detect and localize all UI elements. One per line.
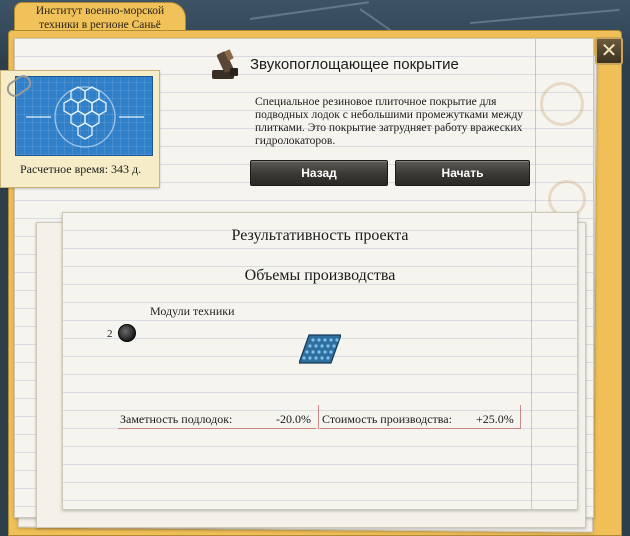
results-title: Результативность проекта xyxy=(231,227,409,244)
stat-label-detectability: Заметность подлодок: xyxy=(120,412,233,426)
project-title: Звукопоглощающее покрытие xyxy=(250,56,459,73)
rubber-tile-icon xyxy=(299,334,341,364)
stat-label-production-cost: Стоимость производства: xyxy=(322,412,452,426)
map-border-line xyxy=(469,8,620,24)
production-title: Объемы производства xyxy=(244,267,396,284)
module-icon[interactable] xyxy=(118,324,136,342)
stat-underline xyxy=(118,428,316,429)
stat-divider xyxy=(318,405,319,429)
hexagon-blueprint-icon xyxy=(15,76,153,156)
stat-underline xyxy=(320,428,520,429)
close-button[interactable]: ✕ xyxy=(595,37,623,65)
stat-value-production-cost: +25.0% xyxy=(476,412,514,426)
modules-label: Модули техники xyxy=(150,304,235,318)
back-button[interactable]: Назад xyxy=(250,160,388,186)
map-border-line xyxy=(249,1,369,20)
results-margin-line xyxy=(531,213,532,509)
stat-value-detectability: -20.0% xyxy=(276,412,311,426)
estimated-time: Расчетное время: 343 д. xyxy=(20,162,142,176)
tool-icon xyxy=(212,49,238,79)
folder-tab-label: Институт военно-морской техники в регион… xyxy=(35,5,165,31)
start-button[interactable]: Начать xyxy=(395,160,530,186)
module-count: 2 xyxy=(107,328,113,340)
stat-divider xyxy=(520,405,521,429)
project-description: Специальное резиновое плиточное покрытие… xyxy=(255,96,524,147)
hexagon-grid xyxy=(26,86,144,148)
coffee-stain xyxy=(540,82,584,126)
